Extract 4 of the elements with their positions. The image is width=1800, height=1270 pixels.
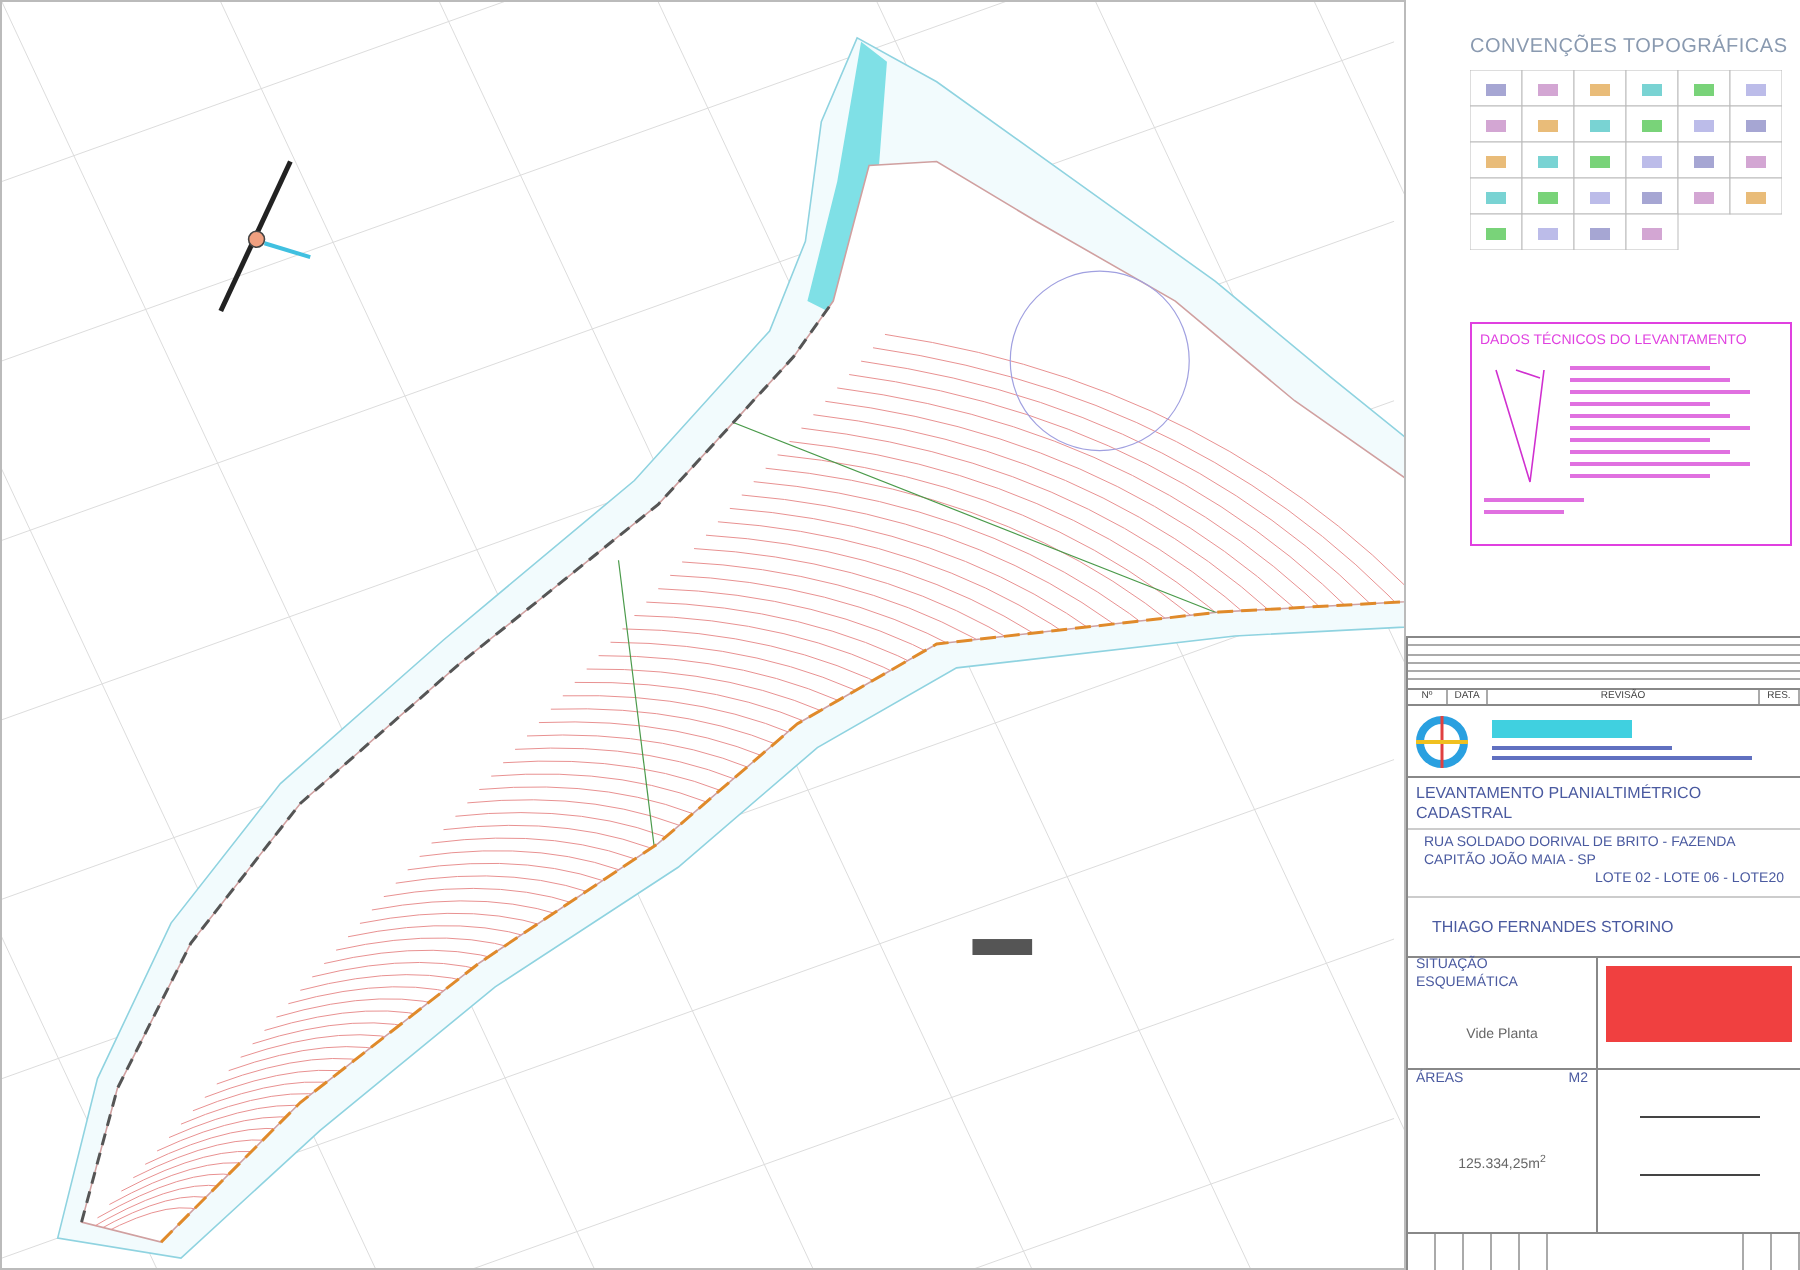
project-title: LEVANTAMENTO PLANIALTIMÉTRICO CADASTRAL: [1416, 783, 1704, 823]
legend-title: CONVENÇÕES TOPOGRÁFICAS: [1470, 32, 1790, 62]
company-logo: [1416, 715, 1468, 767]
owner-name: THIAGO FERNANDES STORINO: [1432, 915, 1674, 939]
